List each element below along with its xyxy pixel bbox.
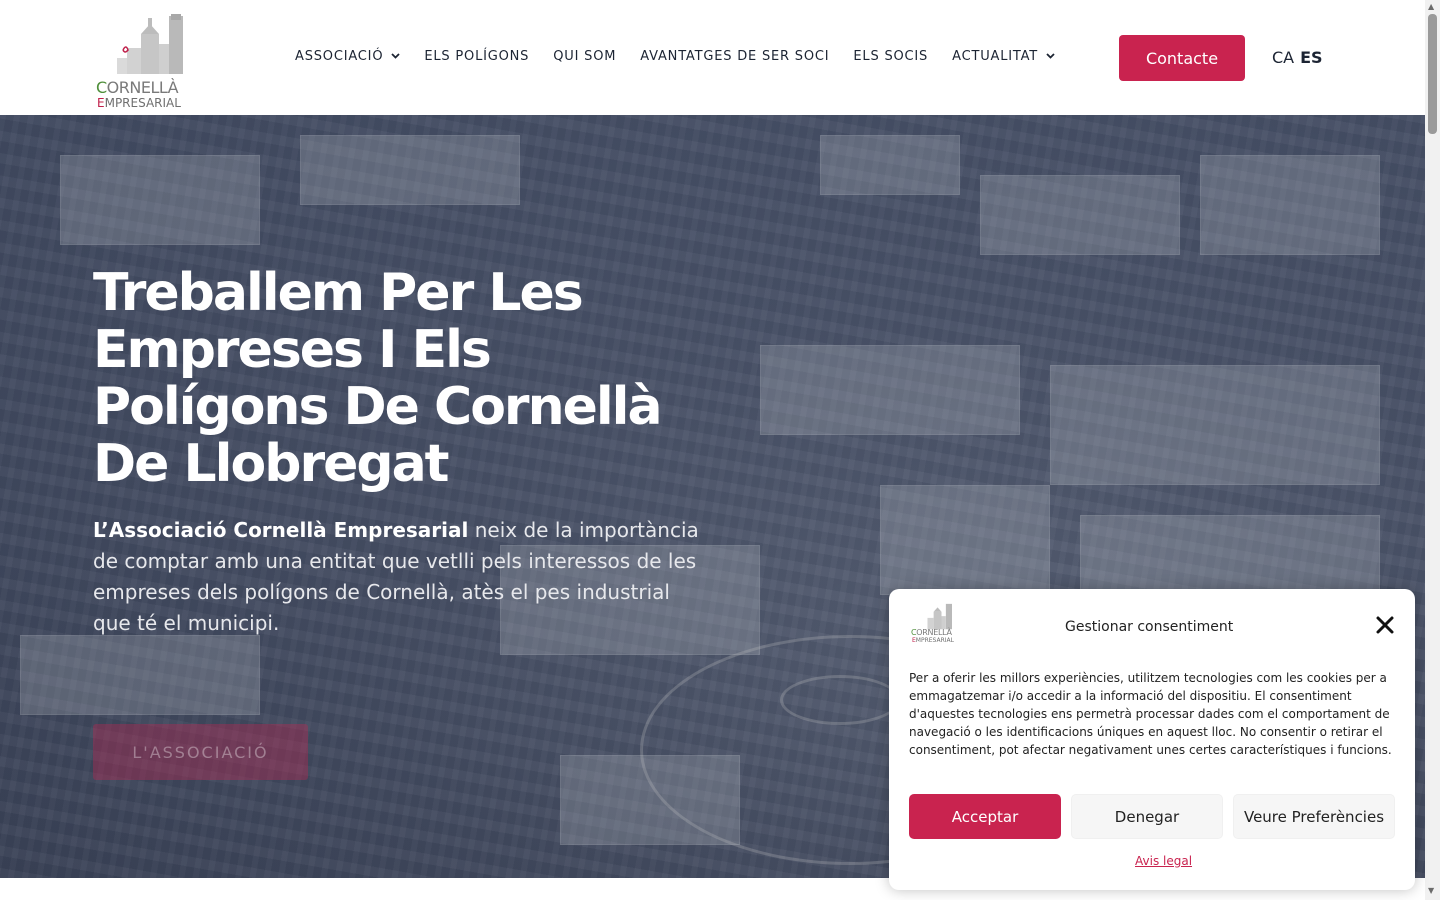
language-switcher: CA ES [1272, 48, 1323, 67]
associacio-button[interactable]: L'ASSOCIACIÓ [93, 724, 308, 780]
site-header: CORNELLÀ EMPRESARIAL ASSOCIACIÓ ELS POLÍ… [0, 0, 1425, 115]
chevron-down-icon [1046, 52, 1055, 62]
legal-notice-link[interactable]: Avis legal [1135, 854, 1192, 868]
page-scrollbar[interactable]: ▲ ▼ [1425, 0, 1440, 900]
scroll-down-arrow-icon[interactable]: ▼ [1428, 886, 1434, 895]
nav-item-actualitat[interactable]: ACTUALITAT [952, 49, 1055, 64]
nav-item-els-socis[interactable]: ELS SOCIS [853, 49, 928, 64]
scrollbar-thumb[interactable] [1428, 14, 1437, 134]
nav-item-label: QUI SOM [553, 49, 617, 64]
close-icon[interactable] [1375, 615, 1395, 635]
nav-item-label: AVANTATGES DE SER SOCI [640, 49, 830, 64]
nav-item-associacio[interactable]: ASSOCIACIÓ [295, 49, 400, 64]
logo-skyline-icon [117, 14, 183, 74]
cookie-consent-dialog: CORNELLÀ EMPRESARIAL Gestionar consentim… [889, 589, 1415, 890]
nav-item-els-poligons[interactable]: ELS POLÍGONS [424, 49, 529, 64]
hero-intro-bold: L’Associació Cornellà Empresarial [93, 518, 469, 542]
lang-es-link[interactable]: ES [1300, 48, 1322, 67]
consent-body-text: Per a oferir les millors experiències, u… [909, 671, 1392, 757]
lang-ca-link[interactable]: CA [1272, 48, 1294, 67]
nav-item-avantatges[interactable]: AVANTATGES DE SER SOCI [640, 49, 829, 64]
consent-logo-text-empresarial: EMPRESARIAL [912, 637, 954, 644]
hero-title: Treballem Per Les Empreses I Els Polígon… [93, 263, 663, 494]
consent-logo-text-cornella: CORNELLÀ [911, 628, 952, 637]
nav-item-label: ACTUALITAT [952, 49, 1039, 64]
hero-intro: L’Associació Cornellà Empresarial neix d… [93, 515, 703, 639]
nav-item-label: ELS POLÍGONS [424, 49, 530, 64]
nav-item-label: ELS SOCIS [853, 49, 929, 64]
chevron-down-icon [391, 52, 400, 62]
nav-item-qui-som[interactable]: QUI SOM [553, 49, 616, 64]
scroll-up-arrow-icon[interactable]: ▲ [1428, 2, 1434, 11]
site-logo[interactable]: CORNELLÀ EMPRESARIAL [95, 14, 195, 110]
logo-skyline-icon [927, 603, 952, 630]
nav-item-label: ASSOCIACIÓ [295, 49, 384, 64]
logo-text-cornella: CORNELLÀ [96, 78, 179, 97]
main-nav: ASSOCIACIÓ ELS POLÍGONS QUI SOM AVANTATG… [295, 49, 1079, 64]
preferences-button[interactable]: Veure Preferències [1233, 794, 1395, 839]
deny-button[interactable]: Denegar [1071, 794, 1223, 839]
logo-text-empresarial: EMPRESARIAL [97, 96, 181, 110]
contact-button[interactable]: Contacte [1119, 35, 1245, 81]
accept-button[interactable]: Acceptar [909, 794, 1061, 839]
consent-logo: CORNELLÀ EMPRESARIAL [911, 603, 959, 644]
consent-title: Gestionar consentiment [1065, 619, 1234, 635]
